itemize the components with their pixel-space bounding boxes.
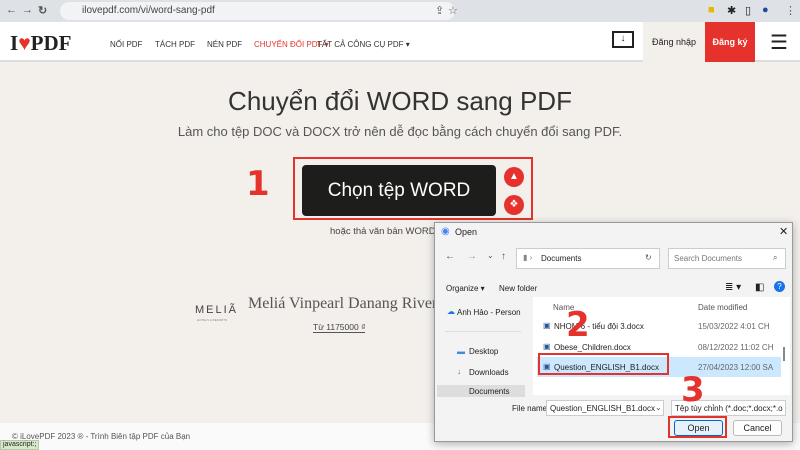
star-icon[interactable]: ☆ bbox=[448, 4, 458, 17]
desktop-download-icon[interactable]: ↓ bbox=[612, 31, 634, 48]
back-icon[interactable]: ← bbox=[6, 4, 17, 16]
help-icon[interactable]: ? bbox=[774, 281, 785, 292]
refresh-icon[interactable]: ↻ bbox=[645, 253, 652, 262]
desktop-icon: ▬ bbox=[457, 347, 465, 356]
highlight-box-3 bbox=[668, 416, 727, 438]
recent-chevron-icon[interactable]: ⌄ bbox=[487, 251, 494, 260]
nav-onedrive[interactable]: Anh Hảo - Person bbox=[457, 308, 521, 317]
onedrive-icon: ☁ bbox=[447, 307, 455, 316]
cancel-button[interactable]: Cancel bbox=[733, 420, 782, 436]
search-icon: ⌕ bbox=[773, 253, 778, 262]
nav-documents[interactable]: Documents bbox=[437, 385, 525, 397]
puzzle-icon[interactable]: ✱ bbox=[727, 4, 736, 17]
file-name-label: File name: bbox=[512, 404, 550, 413]
divider bbox=[445, 331, 521, 332]
page-subtitle: Làm cho tệp DOC và DOCX trở nên dễ đọc b… bbox=[177, 124, 623, 139]
avatar[interactable]: ● bbox=[762, 4, 769, 16]
step-2-label: 2 bbox=[566, 305, 590, 345]
reload-icon[interactable]: ↻ bbox=[38, 4, 47, 17]
step-3-label: 3 bbox=[681, 370, 705, 410]
open-file-dialog: ◉ Open ✕ ← → ⌄ ↑ ▮ › Documents ↻ Search … bbox=[434, 222, 793, 442]
chrome-icon: ◉ bbox=[441, 226, 450, 237]
nav-all-tools[interactable]: TẤT CẢ CÔNG CỤ PDF ▾ bbox=[317, 40, 410, 49]
browser-toolbar: ← → ↻ ilovepdf.com/vi/word-sang-pdf ⇪ ☆ … bbox=[0, 0, 800, 22]
menu-icon[interactable]: ⋮ bbox=[785, 4, 796, 17]
logo[interactable]: I♥PDF bbox=[10, 31, 71, 56]
nav-split[interactable]: TÁCH PDF bbox=[155, 40, 195, 49]
nav-merge[interactable]: NỐI PDF bbox=[110, 40, 142, 49]
scrollbar[interactable] bbox=[783, 347, 785, 361]
hamburger-icon[interactable]: ☰ bbox=[770, 30, 788, 55]
downloads-icon: ↓ bbox=[457, 367, 461, 376]
file-date: 15/03/2022 4:01 CH bbox=[698, 322, 770, 331]
file-name-value: Question_ENGLISH_B1.docx bbox=[550, 404, 655, 413]
step-1-label: 1 bbox=[246, 164, 270, 204]
dropbox-icon[interactable]: ❖ bbox=[504, 195, 524, 215]
word-file-icon: ▣ bbox=[543, 321, 551, 330]
ad-brand-sub: HOTELS & RESORTS bbox=[197, 318, 228, 322]
address-box[interactable]: ▮ › Documents ↻ bbox=[516, 248, 660, 269]
forward-icon[interactable]: → bbox=[22, 4, 33, 16]
file-name-input[interactable]: Question_ENGLISH_B1.docx ⌄ bbox=[546, 400, 664, 416]
url-text: ilovepdf.com/vi/word-sang-pdf bbox=[82, 5, 215, 16]
ad-price[interactable]: Từ 1175000 ₫ bbox=[313, 322, 366, 333]
nav-compress[interactable]: NÉN PDF bbox=[207, 40, 242, 49]
navigation-pane: ☁ Anh Hảo - Person ▬ Desktop ↓ Downloads… bbox=[437, 297, 525, 397]
search-input[interactable]: Search Documents ⌕ bbox=[668, 248, 786, 269]
select-file-button[interactable]: Chọn tệp WORD bbox=[302, 165, 496, 216]
ad-brand-logo: MELIÃ bbox=[195, 304, 239, 316]
status-bar: javascript:; bbox=[0, 440, 40, 450]
path-text: Documents bbox=[541, 254, 582, 263]
google-drive-icon[interactable]: ▲ bbox=[504, 167, 524, 187]
drop-hint: hoặc thả văn bản WORD bbox=[330, 226, 436, 237]
preview-pane-icon[interactable]: ◧ bbox=[755, 282, 764, 293]
dialog-title: Open bbox=[455, 227, 478, 237]
search-placeholder: Search Documents bbox=[674, 254, 743, 263]
close-icon[interactable]: ✕ bbox=[779, 225, 788, 238]
file-date: 08/12/2022 11:02 CH bbox=[698, 343, 774, 352]
share-icon[interactable]: ⇪ bbox=[435, 4, 444, 17]
new-folder-button[interactable]: New folder bbox=[499, 284, 537, 293]
nav-downloads[interactable]: Downloads bbox=[469, 368, 509, 377]
site-header: I♥PDF NỐI PDF TÁCH PDF NÉN PDF CHUYỂN ĐỔ… bbox=[0, 22, 800, 62]
highlight-box-2 bbox=[538, 353, 669, 375]
column-date[interactable]: Date modified bbox=[698, 303, 747, 312]
folder-icon: ▮ › bbox=[523, 253, 533, 262]
address-bar[interactable]: ilovepdf.com/vi/word-sang-pdf bbox=[60, 2, 455, 20]
page-title: Chuyển đổi WORD sang PDF bbox=[228, 86, 572, 116]
nav-desktop[interactable]: Desktop bbox=[469, 347, 498, 356]
sidepanel-icon[interactable]: ▯ bbox=[745, 4, 751, 17]
nav-documents-label: Documents bbox=[469, 387, 510, 396]
up-icon[interactable]: ↑ bbox=[501, 251, 506, 262]
login-button[interactable]: Đăng nhập bbox=[643, 22, 705, 62]
file-date: 27/04/2023 12:00 SA bbox=[698, 363, 774, 372]
back-icon[interactable]: ← bbox=[445, 251, 455, 262]
word-file-icon: ▣ bbox=[543, 342, 551, 351]
view-options-icon[interactable]: ≣ ▾ bbox=[725, 282, 741, 293]
extension-icon[interactable]: ■ bbox=[708, 4, 715, 16]
forward-icon[interactable]: → bbox=[467, 251, 477, 262]
signup-button[interactable]: Đăng ký bbox=[705, 22, 755, 62]
chevron-down-icon: ⌄ bbox=[655, 403, 662, 412]
organize-button[interactable]: Organize ▾ bbox=[446, 284, 485, 293]
